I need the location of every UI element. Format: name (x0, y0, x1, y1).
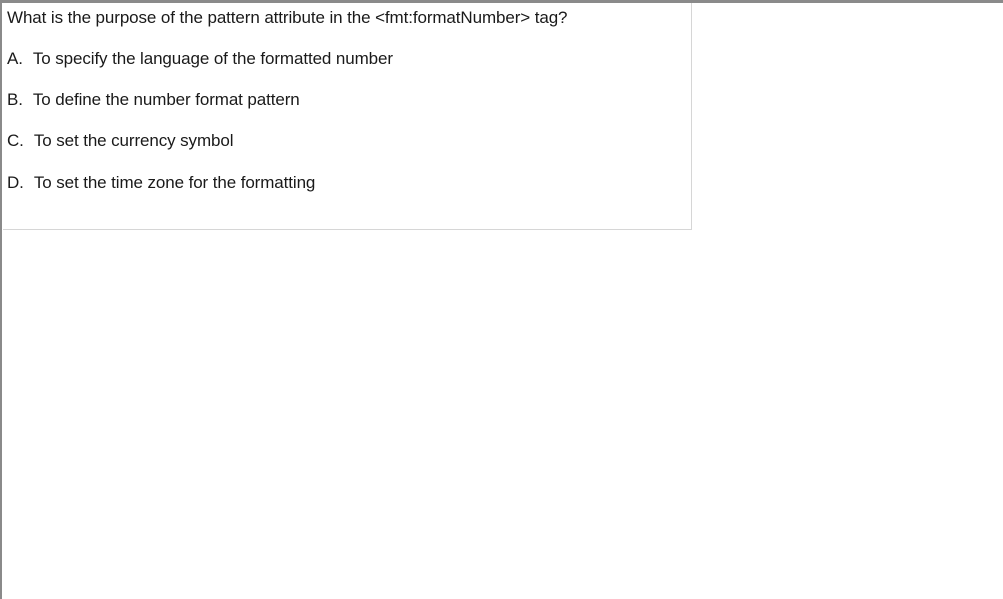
option-d[interactable]: D. To set the time zone for the formatti… (7, 173, 315, 193)
option-letter: A. (7, 49, 23, 68)
option-c[interactable]: C. To set the currency symbol (7, 131, 234, 151)
option-a[interactable]: A. To specify the language of the format… (7, 49, 393, 69)
option-text: To set the time zone for the formatting (33, 173, 316, 192)
option-b[interactable]: B. To define the number format pattern (7, 90, 300, 110)
option-letter: D. (7, 173, 24, 192)
option-text: To specify the language of the formatted… (32, 49, 393, 68)
question-text: What is the purpose of the pattern attri… (7, 8, 568, 27)
option-letter: C. (7, 131, 24, 150)
option-text: To define the number format pattern (32, 90, 300, 109)
option-letter: B. (7, 90, 23, 109)
option-text: To set the currency symbol (33, 131, 234, 150)
question-panel: What is the purpose of the pattern attri… (3, 3, 692, 230)
window-left-border (0, 0, 2, 599)
